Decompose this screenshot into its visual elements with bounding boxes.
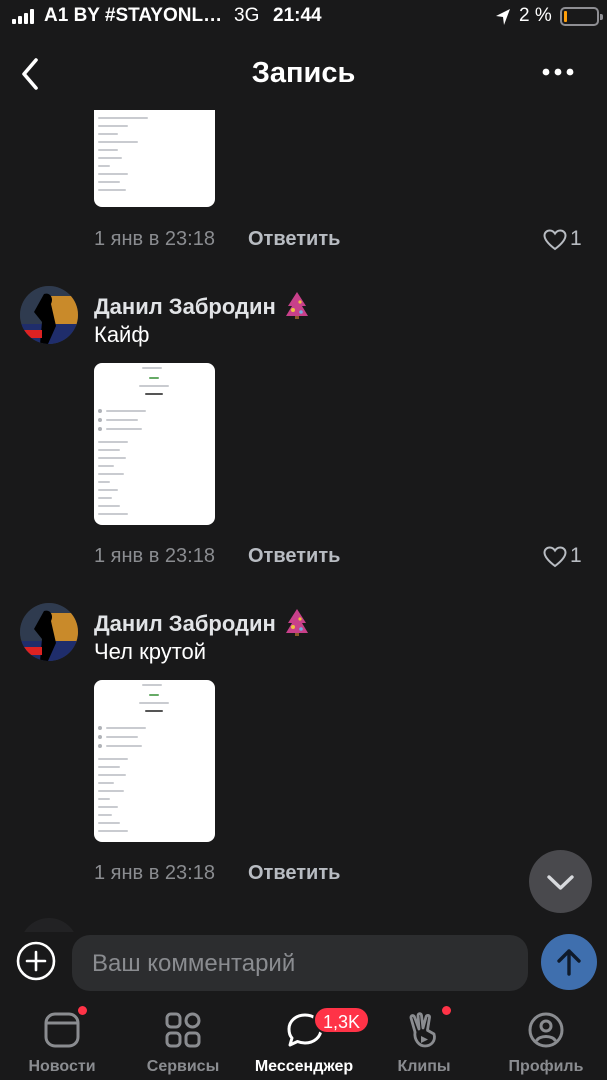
comment-date: 1 янв в 23:18 bbox=[94, 228, 215, 250]
like-button[interactable]: 1 bbox=[543, 544, 587, 570]
tab-bar: Новости Сервисы Мессенджер Клипы Профиль bbox=[0, 996, 607, 1080]
author-name: Данил Забродин bbox=[94, 294, 276, 319]
reply-button[interactable]: Ответить bbox=[248, 862, 340, 885]
avatar-image bbox=[20, 286, 78, 344]
network-type: 3G bbox=[234, 5, 260, 26]
services-icon bbox=[165, 1012, 201, 1048]
like-count: 1 bbox=[570, 544, 582, 567]
battery-percent: 2 % bbox=[519, 5, 552, 26]
reply-button[interactable]: Ответить bbox=[248, 228, 340, 251]
heart-icon bbox=[543, 546, 567, 568]
location-icon bbox=[496, 9, 510, 25]
avatar-image bbox=[20, 603, 78, 661]
tab-label: Мессенджер bbox=[254, 1058, 354, 1075]
tab-label: Профиль bbox=[508, 1058, 584, 1075]
avatar[interactable] bbox=[20, 603, 78, 661]
comment-author[interactable]: Данил Забродин bbox=[94, 290, 310, 320]
tab-services[interactable]: Сервисы bbox=[123, 996, 243, 1080]
comment: Данил Забродин Чел крутой 1 янв в 23:18 … bbox=[0, 597, 607, 897]
send-button[interactable] bbox=[541, 934, 597, 990]
comment-composer: Ваш комментарий bbox=[0, 932, 607, 996]
comment-placeholder: Ваш комментарий bbox=[92, 950, 296, 977]
comment-date: 1 янв в 23:18 bbox=[94, 545, 215, 567]
profile-icon bbox=[528, 1012, 564, 1048]
comment-input[interactable]: Ваш комментарий bbox=[72, 935, 589, 991]
scroll-down-button[interactable] bbox=[529, 850, 592, 913]
reply-button[interactable]: Ответить bbox=[248, 545, 340, 568]
avatar[interactable] bbox=[20, 286, 78, 344]
add-attachment-icon[interactable] bbox=[16, 941, 56, 981]
page-title: Запись bbox=[251, 57, 356, 89]
tab-clips[interactable]: Клипы bbox=[364, 996, 484, 1080]
more-icon[interactable] bbox=[538, 64, 578, 80]
tab-label: Сервисы bbox=[146, 1058, 220, 1075]
clips-notification-dot bbox=[442, 1006, 451, 1015]
author-name: Данил Забродин bbox=[94, 611, 276, 636]
comment: Данил Забродин Кайф 1 янв в 23:18 Ответи… bbox=[0, 280, 607, 580]
news-notification-dot bbox=[78, 1006, 87, 1015]
signal-icon bbox=[12, 9, 38, 24]
tab-profile[interactable]: Профиль bbox=[486, 996, 606, 1080]
status-bar: A1 BY #STAYONL… 3G 21:44 2 % bbox=[0, 0, 607, 34]
like-count: 1 bbox=[570, 227, 582, 250]
chevron-down-icon bbox=[547, 875, 574, 890]
clock: 21:44 bbox=[273, 5, 322, 26]
news-icon bbox=[44, 1012, 80, 1048]
tab-news[interactable]: Новости bbox=[2, 996, 122, 1080]
carrier-name: A1 BY #STAYONL… bbox=[44, 5, 223, 26]
battery-icon bbox=[560, 7, 603, 26]
tab-label: Клипы bbox=[397, 1058, 451, 1075]
heart-icon bbox=[543, 229, 567, 251]
header: Запись bbox=[0, 40, 607, 110]
clips-icon bbox=[409, 1012, 436, 1048]
comment-text: Чел крутой bbox=[94, 639, 207, 664]
attachment-thumbnail[interactable] bbox=[94, 680, 215, 842]
like-button[interactable]: 1 bbox=[543, 227, 587, 253]
attachment-thumbnail[interactable] bbox=[94, 110, 215, 207]
comment-text: Кайф bbox=[94, 322, 150, 347]
attachment-thumbnail[interactable] bbox=[94, 363, 215, 525]
christmas-tree-icon bbox=[285, 609, 308, 636]
messenger-badge: 1,3K bbox=[313, 1006, 371, 1034]
comment-date: 1 янв в 23:18 bbox=[94, 862, 215, 884]
arrow-up-icon bbox=[557, 949, 581, 976]
avatar[interactable] bbox=[20, 918, 78, 932]
christmas-tree-icon bbox=[285, 292, 308, 319]
comments-feed[interactable]: 1 янв в 23:18 Ответить 1 Данил Забродин … bbox=[0, 110, 607, 932]
tab-label: Новости bbox=[28, 1058, 96, 1075]
comment: 1 янв в 23:18 Ответить 1 bbox=[0, 110, 607, 270]
comment-author[interactable]: Данил Забродин bbox=[94, 607, 310, 637]
